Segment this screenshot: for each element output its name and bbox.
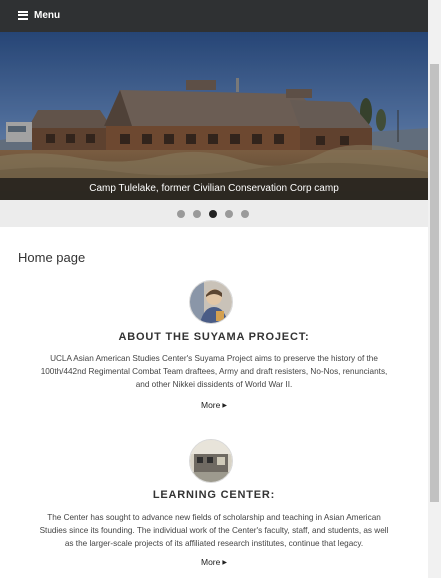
top-bar: Menu [0, 0, 428, 32]
menu-label: Menu [34, 9, 61, 21]
slider-dot-2[interactable] [193, 210, 201, 218]
page-title: Home page [18, 250, 86, 265]
text-line: 100th/442nd Regimental Combat Team draft… [40, 367, 388, 376]
learning-center-thumbnail[interactable] [189, 439, 233, 483]
more-link-suyama[interactable]: More ▶ [0, 400, 428, 410]
slide-caption: Camp Tulelake, former Civilian Conservat… [89, 183, 339, 194]
text-line: Studies since its founding. The individu… [39, 526, 389, 535]
section-text-learning-center: The Center has sought to advance new fie… [30, 511, 398, 550]
text-line: The Center has sought to advance new fie… [47, 513, 381, 522]
text-line: and other Nikkei dissidents of World War… [135, 380, 293, 389]
camp-barracks-photo [0, 32, 428, 200]
slider-pagination [0, 200, 428, 227]
slider-dot-4[interactable] [225, 210, 233, 218]
page: Menu Camp Tulelake, former Civilian Cons… [0, 0, 428, 578]
more-label: More [201, 557, 221, 567]
learning-center-image [190, 440, 232, 482]
menu-button[interactable]: Menu [18, 8, 60, 22]
more-link-learning-center[interactable]: More ▶ [0, 557, 428, 567]
caret-right-icon: ▶ [222, 560, 227, 566]
page-scrollbar-thumb[interactable] [430, 64, 439, 502]
suyama-portrait-image [190, 281, 232, 323]
section-title-suyama: ABOUT THE SUYAMA PROJECT: [118, 331, 310, 343]
suyama-project-thumbnail[interactable] [189, 280, 233, 324]
text-line: UCLA Asian American Studies Center's Suy… [50, 354, 378, 363]
hamburger-icon [18, 10, 28, 20]
section-text-suyama: UCLA Asian American Studies Center's Suy… [30, 352, 398, 391]
caret-right-icon: ▶ [222, 403, 227, 409]
section-title-learning-center: LEARNING CENTER: [152, 489, 276, 501]
slide-caption-bar: Camp Tulelake, former Civilian Conservat… [0, 178, 428, 200]
slider-dot-1[interactable] [177, 210, 185, 218]
slider-dot-5[interactable] [241, 210, 249, 218]
more-label: More [201, 400, 221, 410]
slider-dot-3[interactable] [209, 210, 217, 218]
hero-slide-image[interactable] [0, 32, 428, 200]
text-line: as the larger-scale projects of its affi… [64, 539, 364, 548]
